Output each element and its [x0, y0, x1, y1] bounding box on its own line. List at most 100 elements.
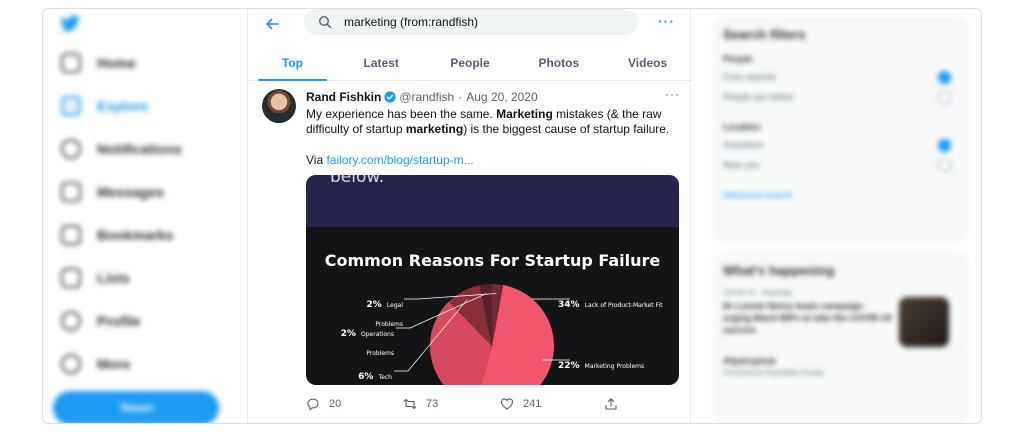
- tweet[interactable]: Rand Fishkin @randfish · Aug 20, 2020 ··…: [248, 81, 692, 423]
- list-icon: [61, 268, 81, 288]
- bell-icon: [61, 139, 81, 159]
- location-filter-label: Location: [723, 122, 761, 132]
- whats-happening-title: What's happening: [723, 263, 835, 278]
- trend-hashtag[interactable]: #Hydrophob: [713, 354, 903, 368]
- sidebar-item-home[interactable]: Home: [61, 51, 136, 75]
- sidebar-item-label: Home: [97, 55, 136, 71]
- pie-label-product-market-fit: 34% Lack of Product-Market Fit: [558, 292, 668, 311]
- back-arrow-icon[interactable]: [262, 14, 282, 34]
- sidebar-item-label: Notifications: [97, 141, 182, 157]
- search-query: marketing (from:randfish): [344, 15, 479, 29]
- sidebar-item-label: Lists: [97, 270, 130, 286]
- slice-pct: 22%: [558, 361, 580, 371]
- via-line: Via failory.com/blog/startup-m...: [306, 153, 474, 167]
- sidebar-item-more[interactable]: More: [61, 352, 130, 376]
- radio-selected[interactable]: [938, 139, 951, 152]
- tab-photos[interactable]: Photos: [514, 45, 603, 80]
- pie-label-operations: 2% Operations Problems: [332, 321, 394, 359]
- sidebar-item-label: Profile: [97, 313, 141, 329]
- retweet-button[interactable]: 73: [403, 397, 438, 411]
- slice-label: Lack of Product-Market Fit: [584, 302, 663, 309]
- radio-unselected[interactable]: [938, 91, 951, 104]
- reply-count: 20: [329, 398, 342, 410]
- pie-label-tech: 6% Tech Problems: [336, 364, 392, 385]
- reply-icon: [307, 398, 319, 411]
- tweet-image-card[interactable]: below. Common Reasons For Startup Failur…: [306, 175, 679, 385]
- slice-pct: 34%: [558, 300, 580, 310]
- right-column: Search filters People From anyone People…: [691, 9, 981, 423]
- tweet-text-highlight: marketing: [405, 122, 464, 136]
- search-input[interactable]: marketing (from:randfish): [304, 9, 638, 35]
- filter-option-from-anyone[interactable]: From anyone: [713, 68, 969, 88]
- twitter-bird-icon[interactable]: [59, 15, 81, 33]
- filter-option-label: Anywhere: [723, 140, 764, 150]
- reply-button[interactable]: 20: [306, 397, 341, 411]
- mail-icon: [61, 182, 81, 202]
- share-button[interactable]: [604, 397, 627, 411]
- sidebar-item-profile[interactable]: Profile: [61, 309, 141, 333]
- tab-top[interactable]: Top: [248, 45, 337, 81]
- heart-icon: [500, 398, 514, 410]
- people-filter-label: People: [723, 54, 753, 64]
- tweet-header: Rand Fishkin @randfish · Aug 20, 2020: [306, 90, 538, 104]
- filter-option-label: Near you: [723, 160, 760, 170]
- more-circle-icon: [61, 354, 81, 374]
- promoted-label: Promoted by PlayStation Europe: [723, 370, 825, 377]
- tweet-actions: 20 73 241: [248, 397, 692, 417]
- search-filters-panel: Search filters People From anyone People…: [713, 17, 969, 241]
- separator: ·: [458, 90, 463, 104]
- slice-pct: 6%: [358, 372, 374, 382]
- tweet-text-segment: My experience has been the same.: [306, 107, 497, 121]
- filter-option-anywhere[interactable]: Anywhere: [713, 136, 969, 156]
- retweet-count: 73: [426, 398, 439, 410]
- tweet-text-highlight: Marketing: [496, 107, 553, 121]
- tweet-more-icon[interactable]: ···: [665, 87, 680, 101]
- sidebar-item-label: Bookmarks: [97, 227, 174, 243]
- left-sidebar: Home Explore Notifications Messages Book…: [43, 9, 247, 423]
- search-filters-title: Search filters: [723, 27, 806, 42]
- radio-unselected[interactable]: [938, 159, 951, 172]
- like-count: 241: [523, 398, 542, 410]
- tweet-button[interactable]: Tweet: [53, 391, 219, 423]
- advanced-search-link[interactable]: Advanced search: [713, 182, 969, 208]
- via-prefix: Via: [306, 153, 327, 167]
- sidebar-item-explore[interactable]: Explore: [61, 94, 148, 118]
- radio-selected[interactable]: [938, 71, 951, 84]
- more-options-icon[interactable]: ···: [658, 13, 675, 29]
- tweet-text-segment: ) is the biggest cause of startup failur…: [463, 122, 670, 136]
- filter-option-near-you[interactable]: Near you: [713, 156, 969, 176]
- like-button[interactable]: 241: [500, 397, 541, 411]
- sidebar-item-messages[interactable]: Messages: [61, 180, 164, 204]
- sidebar-item-label: More: [97, 356, 131, 372]
- sidebar-item-notifications[interactable]: Notifications: [61, 137, 182, 161]
- search-icon: [318, 15, 332, 29]
- slice-pct: 2%: [340, 329, 356, 339]
- filter-option-people-you-follow[interactable]: People you follow: [713, 88, 969, 108]
- person-icon: [61, 311, 81, 331]
- main-column: marketing (from:randfish) ··· Top Latest…: [247, 9, 692, 423]
- sidebar-item-lists[interactable]: Lists: [61, 266, 130, 290]
- tweet-date[interactable]: Aug 20, 2020: [466, 90, 537, 104]
- author-handle[interactable]: @randfish: [399, 90, 454, 104]
- sidebar-item-bookmarks[interactable]: Bookmarks: [61, 223, 173, 247]
- whats-happening-panel: What's happening COVID-19 · Yesterday Dr…: [713, 253, 969, 423]
- filter-option-label: From anyone: [723, 72, 777, 82]
- retweet-icon: [403, 398, 417, 410]
- trend-headline[interactable]: Dr Lonnie Nenry leads campaign urging Bl…: [713, 299, 903, 337]
- filter-option-label: People you follow: [723, 92, 794, 102]
- pie-label-marketing: 22% Marketing Problems: [558, 353, 648, 372]
- via-link[interactable]: failory.com/blog/startup-m...: [326, 153, 473, 167]
- divider: [713, 347, 969, 348]
- bookmark-icon: [61, 225, 81, 245]
- tab-videos[interactable]: Videos: [603, 45, 692, 80]
- hashtag-icon: [61, 96, 81, 116]
- browser-frame: Home Explore Notifications Messages Book…: [42, 8, 982, 424]
- avatar[interactable]: [262, 89, 296, 123]
- search-tabs: Top Latest People Photos Videos: [248, 45, 692, 81]
- tab-latest[interactable]: Latest: [337, 45, 426, 80]
- trend-thumbnail[interactable]: [899, 297, 949, 347]
- tweet-text: My experience has been the same. Marketi…: [306, 107, 686, 137]
- sidebar-item-label: Messages: [97, 184, 164, 200]
- author-name[interactable]: Rand Fishkin: [306, 90, 381, 104]
- tab-people[interactable]: People: [426, 45, 515, 80]
